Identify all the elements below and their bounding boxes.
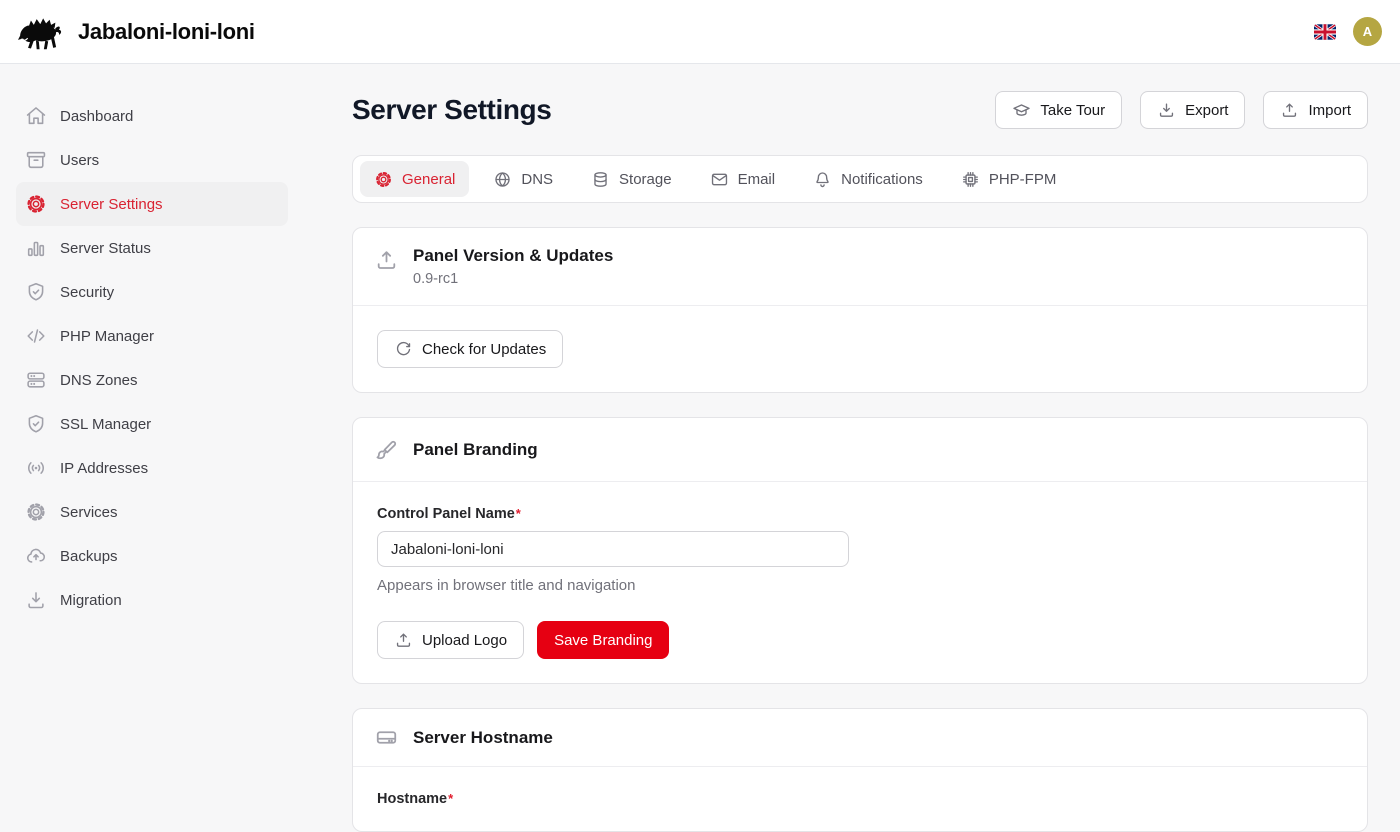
tab-notifications[interactable]: Notifications bbox=[799, 161, 937, 197]
download-icon bbox=[25, 589, 47, 611]
control-panel-name-help: Appears in browser title and navigation bbox=[377, 577, 1343, 594]
envelope-icon bbox=[710, 170, 729, 189]
tab-storage[interactable]: Storage bbox=[577, 161, 686, 197]
page-title: Server Settings bbox=[352, 94, 551, 126]
sidebar-item-label: Users bbox=[60, 152, 99, 169]
sidebar-item-label: Server Status bbox=[60, 240, 151, 257]
control-panel-name-label: Control Panel Name* bbox=[377, 506, 1343, 522]
upload-tray-icon bbox=[394, 631, 413, 650]
sidebar: Dashboard Users Server Settings Server S… bbox=[0, 64, 304, 800]
sidebar-item-label: Dashboard bbox=[60, 108, 133, 125]
sidebar-item-users[interactable]: Users bbox=[16, 138, 288, 182]
top-header: Jabaloni-loni-loni A bbox=[0, 0, 1400, 64]
hostname-label: Hostname* bbox=[377, 791, 1343, 807]
user-avatar[interactable]: A bbox=[1353, 17, 1382, 46]
signal-icon bbox=[25, 457, 47, 479]
card-title: Panel Version & Updates bbox=[413, 246, 613, 266]
bell-icon bbox=[813, 170, 832, 189]
sidebar-item-dashboard[interactable]: Dashboard bbox=[16, 94, 288, 138]
tab-php-fpm[interactable]: PHP-FPM bbox=[947, 161, 1071, 197]
take-tour-button[interactable]: Take Tour bbox=[995, 91, 1122, 129]
graduation-cap-icon bbox=[1012, 101, 1031, 120]
tab-general[interactable]: General bbox=[360, 161, 469, 197]
cloud-upload-icon bbox=[25, 545, 47, 567]
check-updates-label: Check for Updates bbox=[422, 341, 546, 358]
sidebar-item-label: PHP Manager bbox=[60, 328, 154, 345]
server-stack-icon bbox=[25, 369, 47, 391]
boar-logo-icon bbox=[18, 13, 64, 51]
tab-label: Notifications bbox=[841, 171, 923, 188]
sidebar-item-label: Services bbox=[60, 504, 118, 521]
sidebar-item-server-settings[interactable]: Server Settings bbox=[16, 182, 288, 226]
sidebar-item-security[interactable]: Security bbox=[16, 270, 288, 314]
home-icon bbox=[25, 105, 47, 127]
export-button[interactable]: Export bbox=[1140, 91, 1245, 129]
cpu-chip-icon bbox=[961, 170, 980, 189]
sidebar-item-label: SSL Manager bbox=[60, 416, 151, 433]
sidebar-item-label: Backups bbox=[60, 548, 118, 565]
upload-logo-button[interactable]: Upload Logo bbox=[377, 621, 524, 659]
sidebar-item-label: Migration bbox=[60, 592, 122, 609]
download-tray-icon bbox=[1157, 101, 1176, 120]
sidebar-item-services[interactable]: Services bbox=[16, 490, 288, 534]
gear-icon bbox=[374, 170, 393, 189]
take-tour-label: Take Tour bbox=[1040, 102, 1105, 119]
control-panel-name-input[interactable] bbox=[377, 531, 849, 567]
hard-drive-icon bbox=[374, 725, 399, 750]
check-updates-button[interactable]: Check for Updates bbox=[377, 330, 563, 368]
refresh-icon bbox=[394, 340, 413, 359]
code-icon bbox=[25, 325, 47, 347]
tab-label: DNS bbox=[521, 171, 553, 188]
sidebar-item-dns-zones[interactable]: DNS Zones bbox=[16, 358, 288, 402]
sidebar-item-ip-addresses[interactable]: IP Addresses bbox=[16, 446, 288, 490]
panel-version-card: Panel Version & Updates 0.9-rc1 Check fo… bbox=[352, 227, 1368, 393]
archive-box-icon bbox=[25, 149, 47, 171]
sidebar-item-label: Security bbox=[60, 284, 114, 301]
brand[interactable]: Jabaloni-loni-loni bbox=[18, 13, 255, 51]
upload-logo-label: Upload Logo bbox=[422, 632, 507, 649]
gear-icon bbox=[25, 193, 47, 215]
sidebar-item-label: DNS Zones bbox=[60, 372, 138, 389]
required-asterisk: * bbox=[516, 506, 521, 521]
card-title: Panel Branding bbox=[413, 440, 538, 460]
upload-tray-icon bbox=[1280, 101, 1299, 120]
tab-dns[interactable]: DNS bbox=[479, 161, 567, 197]
globe-icon bbox=[493, 170, 512, 189]
database-icon bbox=[591, 170, 610, 189]
card-title: Server Hostname bbox=[413, 728, 553, 748]
server-hostname-card: Server Hostname Hostname* bbox=[352, 708, 1368, 832]
tab-label: General bbox=[402, 171, 455, 188]
bar-chart-icon bbox=[25, 237, 47, 259]
sidebar-item-label: IP Addresses bbox=[60, 460, 148, 477]
main-content: Server Settings Take Tour Export Import bbox=[352, 64, 1368, 832]
sidebar-item-ssl-manager[interactable]: SSL Manager bbox=[16, 402, 288, 446]
tab-label: Storage bbox=[619, 171, 672, 188]
gear-icon bbox=[25, 501, 47, 523]
save-branding-button[interactable]: Save Branding bbox=[537, 621, 669, 659]
sidebar-item-backups[interactable]: Backups bbox=[16, 534, 288, 578]
brand-title: Jabaloni-loni-loni bbox=[78, 19, 255, 45]
sidebar-item-server-status[interactable]: Server Status bbox=[16, 226, 288, 270]
panel-version-value: 0.9-rc1 bbox=[413, 271, 613, 287]
tab-email[interactable]: Email bbox=[696, 161, 790, 197]
export-label: Export bbox=[1185, 102, 1228, 119]
paintbrush-icon bbox=[374, 438, 399, 463]
tab-label: PHP-FPM bbox=[989, 171, 1057, 188]
save-branding-label: Save Branding bbox=[554, 632, 652, 649]
tab-label: Email bbox=[738, 171, 776, 188]
language-uk-flag-icon[interactable] bbox=[1314, 24, 1336, 40]
sidebar-item-label: Server Settings bbox=[60, 196, 163, 213]
import-button[interactable]: Import bbox=[1263, 91, 1368, 129]
sidebar-item-php-manager[interactable]: PHP Manager bbox=[16, 314, 288, 358]
upload-tray-icon bbox=[374, 248, 399, 273]
panel-branding-card: Panel Branding Control Panel Name* Appea… bbox=[352, 417, 1368, 684]
shield-check-icon bbox=[25, 281, 47, 303]
shield-check-icon bbox=[25, 413, 47, 435]
required-asterisk: * bbox=[448, 791, 453, 806]
import-label: Import bbox=[1308, 102, 1351, 119]
sidebar-item-migration[interactable]: Migration bbox=[16, 578, 288, 622]
settings-tabs: General DNS Storage Email Notifications bbox=[352, 155, 1368, 203]
